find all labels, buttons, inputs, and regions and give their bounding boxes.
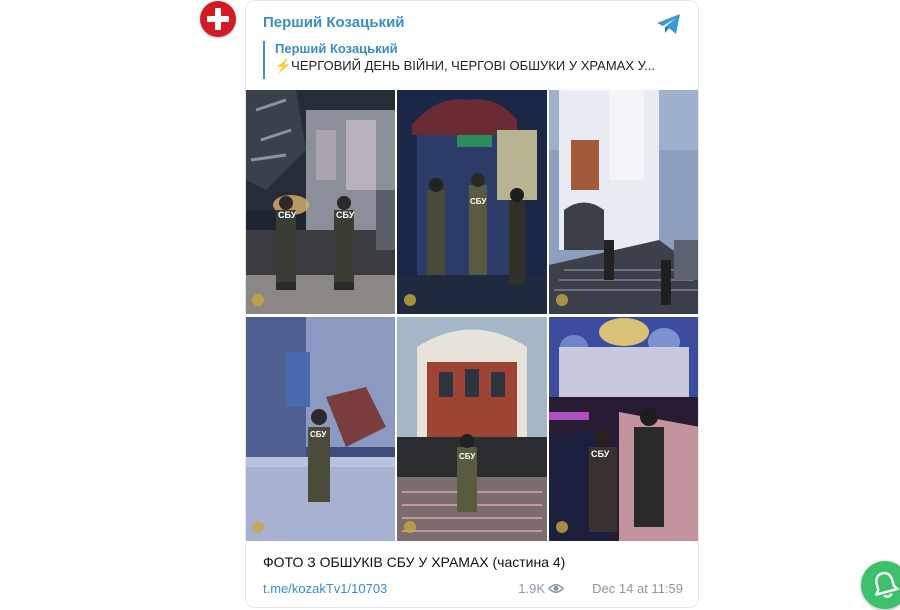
- post-date[interactable]: Dec 14 at 11:59: [592, 581, 683, 596]
- post-card: Перший Козацький Перший Козацький ⚡️ЧЕРГ…: [245, 0, 699, 608]
- plus-cross-icon: [207, 8, 229, 30]
- photo-4[interactable]: СБУ: [246, 317, 395, 541]
- post-caption: ФОТО З ОБШУКІВ СБУ У ХРАМАХ (частина 4): [263, 554, 566, 570]
- photo-6[interactable]: СБУ: [549, 317, 698, 541]
- photo-grid: СБУ СБУ СБУ СБУ СБУ СБУ: [246, 90, 698, 541]
- photo-5[interactable]: СБУ: [397, 317, 547, 541]
- reply-quote[interactable]: Перший Козацький ⚡️ЧЕРГОВИЙ ДЕНЬ ВІЙНИ, …: [263, 41, 683, 79]
- photo-1[interactable]: СБУ СБУ: [246, 90, 395, 314]
- photo-3[interactable]: [549, 90, 698, 314]
- eye-icon: [548, 583, 564, 594]
- sbu-label: СБУ: [310, 430, 327, 439]
- sbu-label: СБУ: [278, 210, 297, 220]
- sbu-label: СБУ: [591, 449, 610, 459]
- reply-text: ⚡️ЧЕРГОВИЙ ДЕНЬ ВІЙНИ, ЧЕРГОВІ ОБШУКИ У …: [275, 58, 656, 73]
- telegram-icon[interactable]: [656, 13, 682, 35]
- reply-author: Перший Козацький: [275, 41, 398, 56]
- sbu-label: СБУ: [459, 452, 476, 461]
- channel-name[interactable]: Перший Козацький: [263, 14, 405, 31]
- notification-button[interactable]: [861, 561, 900, 609]
- channel-avatar[interactable]: [200, 1, 236, 37]
- sbu-label: СБУ: [470, 197, 487, 206]
- photo-2[interactable]: СБУ: [397, 90, 547, 314]
- sbu-label: СБУ: [336, 210, 355, 220]
- bell-icon: [875, 571, 899, 598]
- post-link[interactable]: t.me/kozakTv1/10703: [263, 581, 387, 596]
- view-count: 1.9K: [518, 581, 545, 596]
- post-footer: t.me/kozakTv1/10703 1.9K Dec 14 at 11:59: [263, 581, 683, 597]
